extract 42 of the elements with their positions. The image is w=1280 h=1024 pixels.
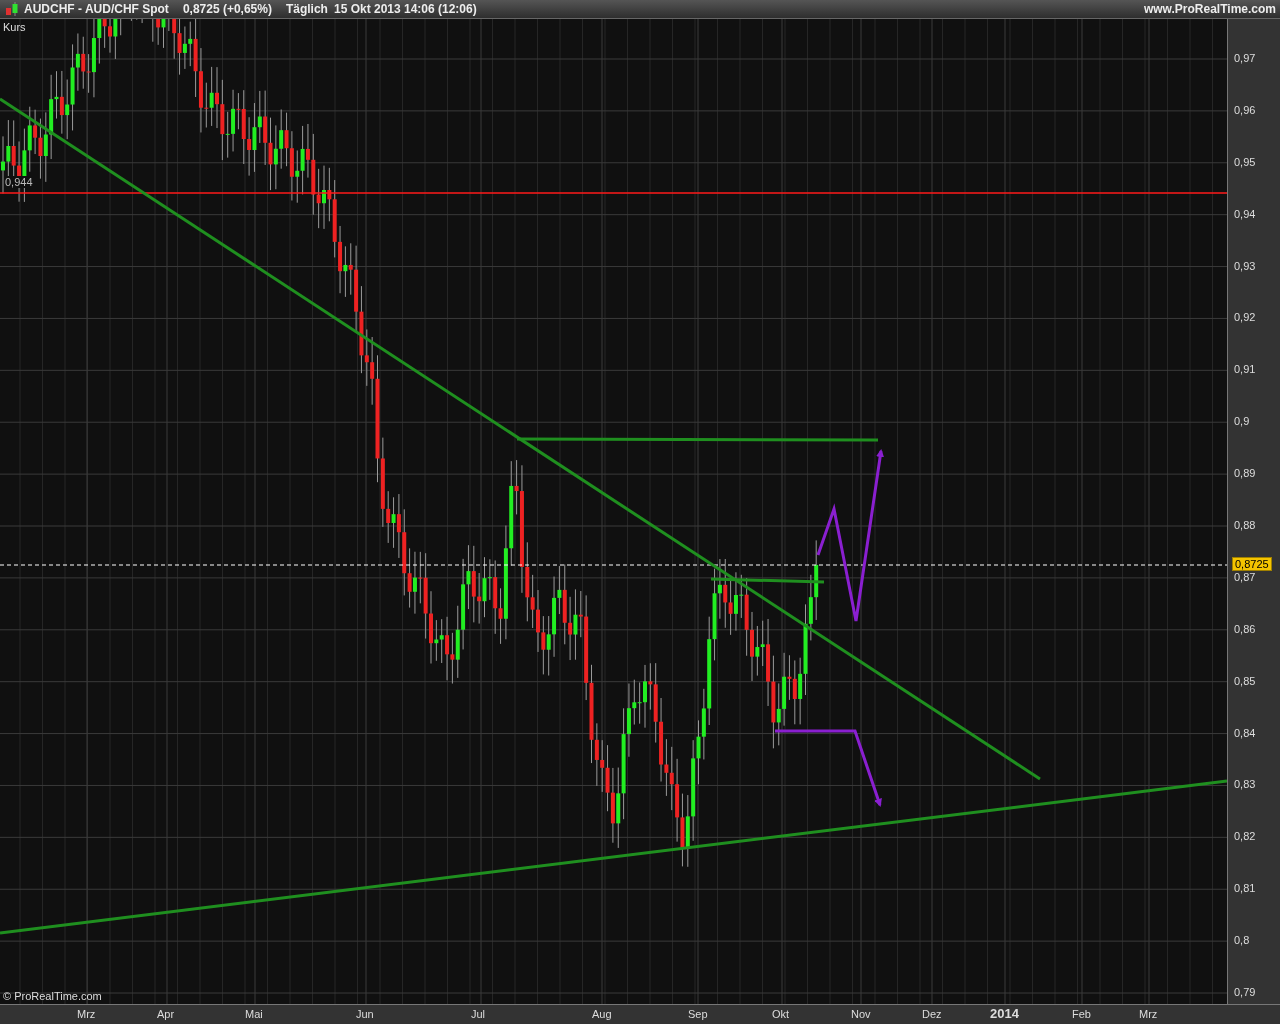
axis-label: 0,91: [1234, 363, 1256, 376]
axis-label: Mrz: [1139, 1008, 1158, 1020]
axis-label: 0,79: [1234, 986, 1256, 998]
website-link[interactable]: www.ProRealTime.com: [1143, 2, 1276, 16]
axis-label: 0,89: [1234, 467, 1256, 480]
timestamp: 15 Okt 2013 14:06 (12:06): [333, 2, 477, 16]
axis-label: Okt: [772, 1008, 790, 1020]
axis-label: Jun: [356, 1008, 374, 1020]
axis-label: 0,86: [1234, 622, 1256, 635]
axis-label: Apr: [157, 1008, 175, 1020]
axis-label: 0,88: [1234, 519, 1256, 531]
axis-label: 0,94: [1234, 207, 1256, 220]
axis-label: Jul: [471, 1008, 486, 1020]
series-label: Kurs: [3, 21, 26, 33]
axis-label: Mrz: [77, 1008, 96, 1020]
level-label: 0,944: [4, 176, 34, 188]
axis-label: Dez: [922, 1008, 942, 1020]
axis-label: 2014: [990, 1006, 1019, 1021]
axis-label: 0,96: [1234, 103, 1256, 116]
axis-label: 0,84: [1234, 726, 1256, 739]
axis-label: 0,85: [1234, 674, 1256, 687]
axis-label: 0,82: [1234, 830, 1256, 843]
axis-label: Nov: [851, 1008, 871, 1020]
axis-label: 0,83: [1234, 778, 1256, 791]
axis-label: 0,81: [1234, 882, 1256, 895]
axis-label: Aug: [592, 1008, 612, 1020]
axis-label: Mai: [245, 1008, 263, 1020]
axis-label: 0,8: [1234, 934, 1250, 947]
axis-label: 0,9: [1234, 415, 1250, 428]
candlestick-icon: [4, 1, 20, 17]
instrument-title: AUDCHF - AUD/CHF Spot: [24, 2, 169, 16]
price-change: 0,8725 (+0,65%): [182, 2, 272, 16]
period-label: Täglich: [285, 2, 328, 16]
axis-label: 0,97: [1234, 52, 1256, 64]
axis-label: Sep: [688, 1008, 708, 1020]
copyright-text: © ProRealTime.com: [3, 990, 102, 1002]
axis-label: 0,93: [1234, 259, 1256, 272]
axis-label: 0,92: [1234, 311, 1256, 324]
axis-label: 0,87: [1234, 570, 1256, 583]
axis-label: 0,95: [1234, 155, 1256, 168]
price-badge: 0,8725: [1232, 557, 1272, 571]
axis-label: Feb: [1072, 1008, 1091, 1020]
